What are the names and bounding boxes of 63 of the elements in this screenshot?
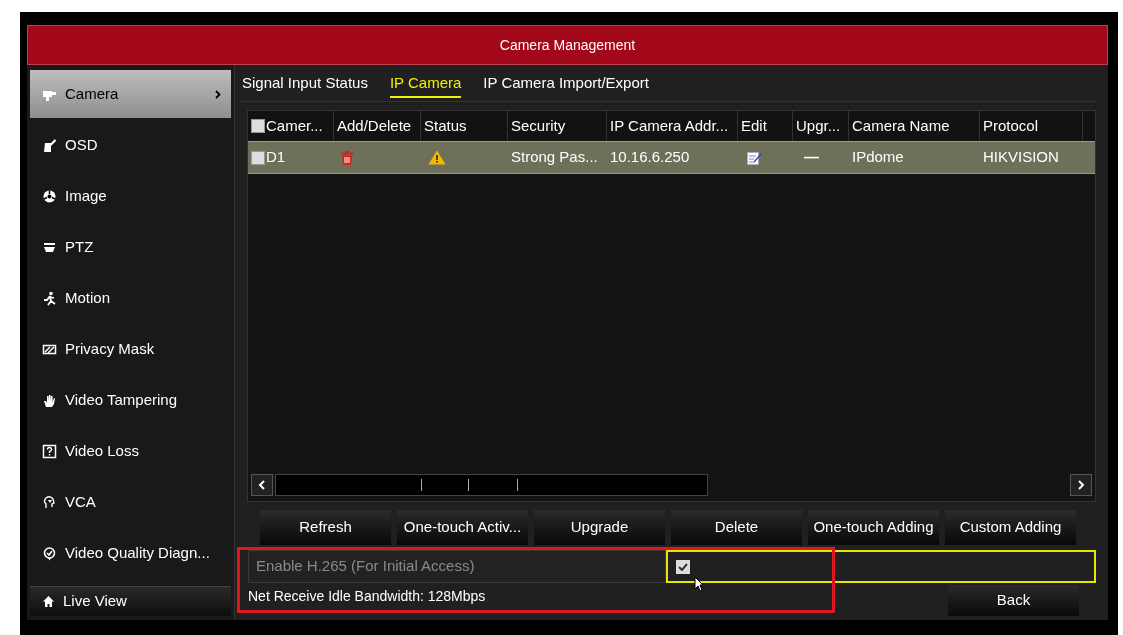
action-button[interactable]: Upgrade [534, 510, 665, 545]
checkbox[interactable] [676, 559, 690, 574]
column-header: IP Camera Addr... [610, 115, 729, 136]
sidebar-item[interactable]: OSD [30, 121, 231, 169]
check-icon [678, 562, 688, 571]
scroll-right-button[interactable] [1070, 474, 1092, 496]
column-header: Add/Delete [337, 115, 412, 136]
action-button[interactable]: One-touch Activ... [397, 510, 528, 545]
sidebar-item[interactable]: VCA [30, 478, 231, 526]
action-button[interactable]: Refresh [260, 510, 391, 545]
column-header: Edit [741, 115, 767, 136]
sidebar-item[interactable]: Video Quality Diagn... [30, 529, 231, 577]
h265-label: Enable H.265 (For Initial Access) [248, 550, 666, 583]
checkbox[interactable] [251, 119, 265, 133]
chevron-left-icon [258, 480, 266, 490]
action-button[interactable]: Custom Adding [945, 510, 1076, 545]
sidebar-item[interactable]: Privacy Mask [30, 325, 231, 373]
sidebar-item[interactable]: Video Loss [30, 427, 231, 475]
table-cell-text: IPdome [852, 147, 904, 168]
column-header: Security [511, 115, 566, 136]
trash-icon[interactable] [341, 150, 353, 165]
question-mark-icon [42, 443, 57, 459]
back-button[interactable]: Back [948, 585, 1079, 616]
column-header: Protocol [983, 115, 1039, 136]
sidebar-item[interactable]: Camera [30, 70, 231, 118]
scroll-left-button[interactable] [251, 474, 273, 496]
live-view-button[interactable]: Live View [30, 586, 231, 616]
tab[interactable]: IP Camera Import/Export [483, 67, 649, 99]
scrollbar-track[interactable] [275, 474, 708, 496]
action-button[interactable]: One-touch Adding [808, 510, 939, 545]
home-icon [42, 595, 55, 608]
sidebar-item[interactable]: Image [30, 172, 231, 220]
table-row[interactable]: D1 Strong Pas... 10.16.6.250 — IPdome HIKVISION [248, 141, 1095, 174]
sidebar-item[interactable]: Motion [30, 274, 231, 322]
warning-icon [428, 150, 446, 165]
chevron-right-icon [1077, 480, 1085, 490]
chevron-right-icon [215, 89, 221, 99]
sidebar-item[interactable]: PTZ [30, 223, 231, 271]
running-figure-icon [42, 290, 57, 306]
table-cell-text: HIKVISION [983, 147, 1059, 168]
check-circle-icon [42, 545, 57, 561]
column-header: Camer... [266, 115, 323, 136]
column-header: Upgr... [796, 115, 841, 136]
sidebar-item[interactable]: Video Tampering [30, 376, 231, 424]
edit-icon[interactable] [747, 150, 762, 165]
dash-text: — [804, 147, 819, 168]
hand-icon [42, 392, 57, 408]
column-header: Camera Name [852, 115, 950, 136]
bandwidth-text: Net Receive Idle Bandwidth: 128Mbps [248, 587, 487, 606]
tab[interactable]: Signal Input Status [242, 67, 368, 99]
window-title: Camera Management [27, 25, 1108, 65]
mouse-pointer-icon [694, 576, 704, 592]
tab[interactable]: IP Camera [389, 67, 462, 99]
head-icon [42, 494, 57, 510]
h265-field[interactable] [666, 550, 1096, 583]
table-cell-text: Strong Pas... [511, 147, 598, 168]
table-cell-text: 10.16.6.250 [610, 147, 690, 168]
checkbox[interactable] [251, 150, 265, 165]
action-button[interactable]: Delete [671, 510, 802, 545]
table-cell-text: D1 [266, 147, 286, 168]
pen-icon [42, 137, 57, 153]
column-header: Status [424, 115, 467, 136]
aperture-icon [42, 188, 57, 204]
